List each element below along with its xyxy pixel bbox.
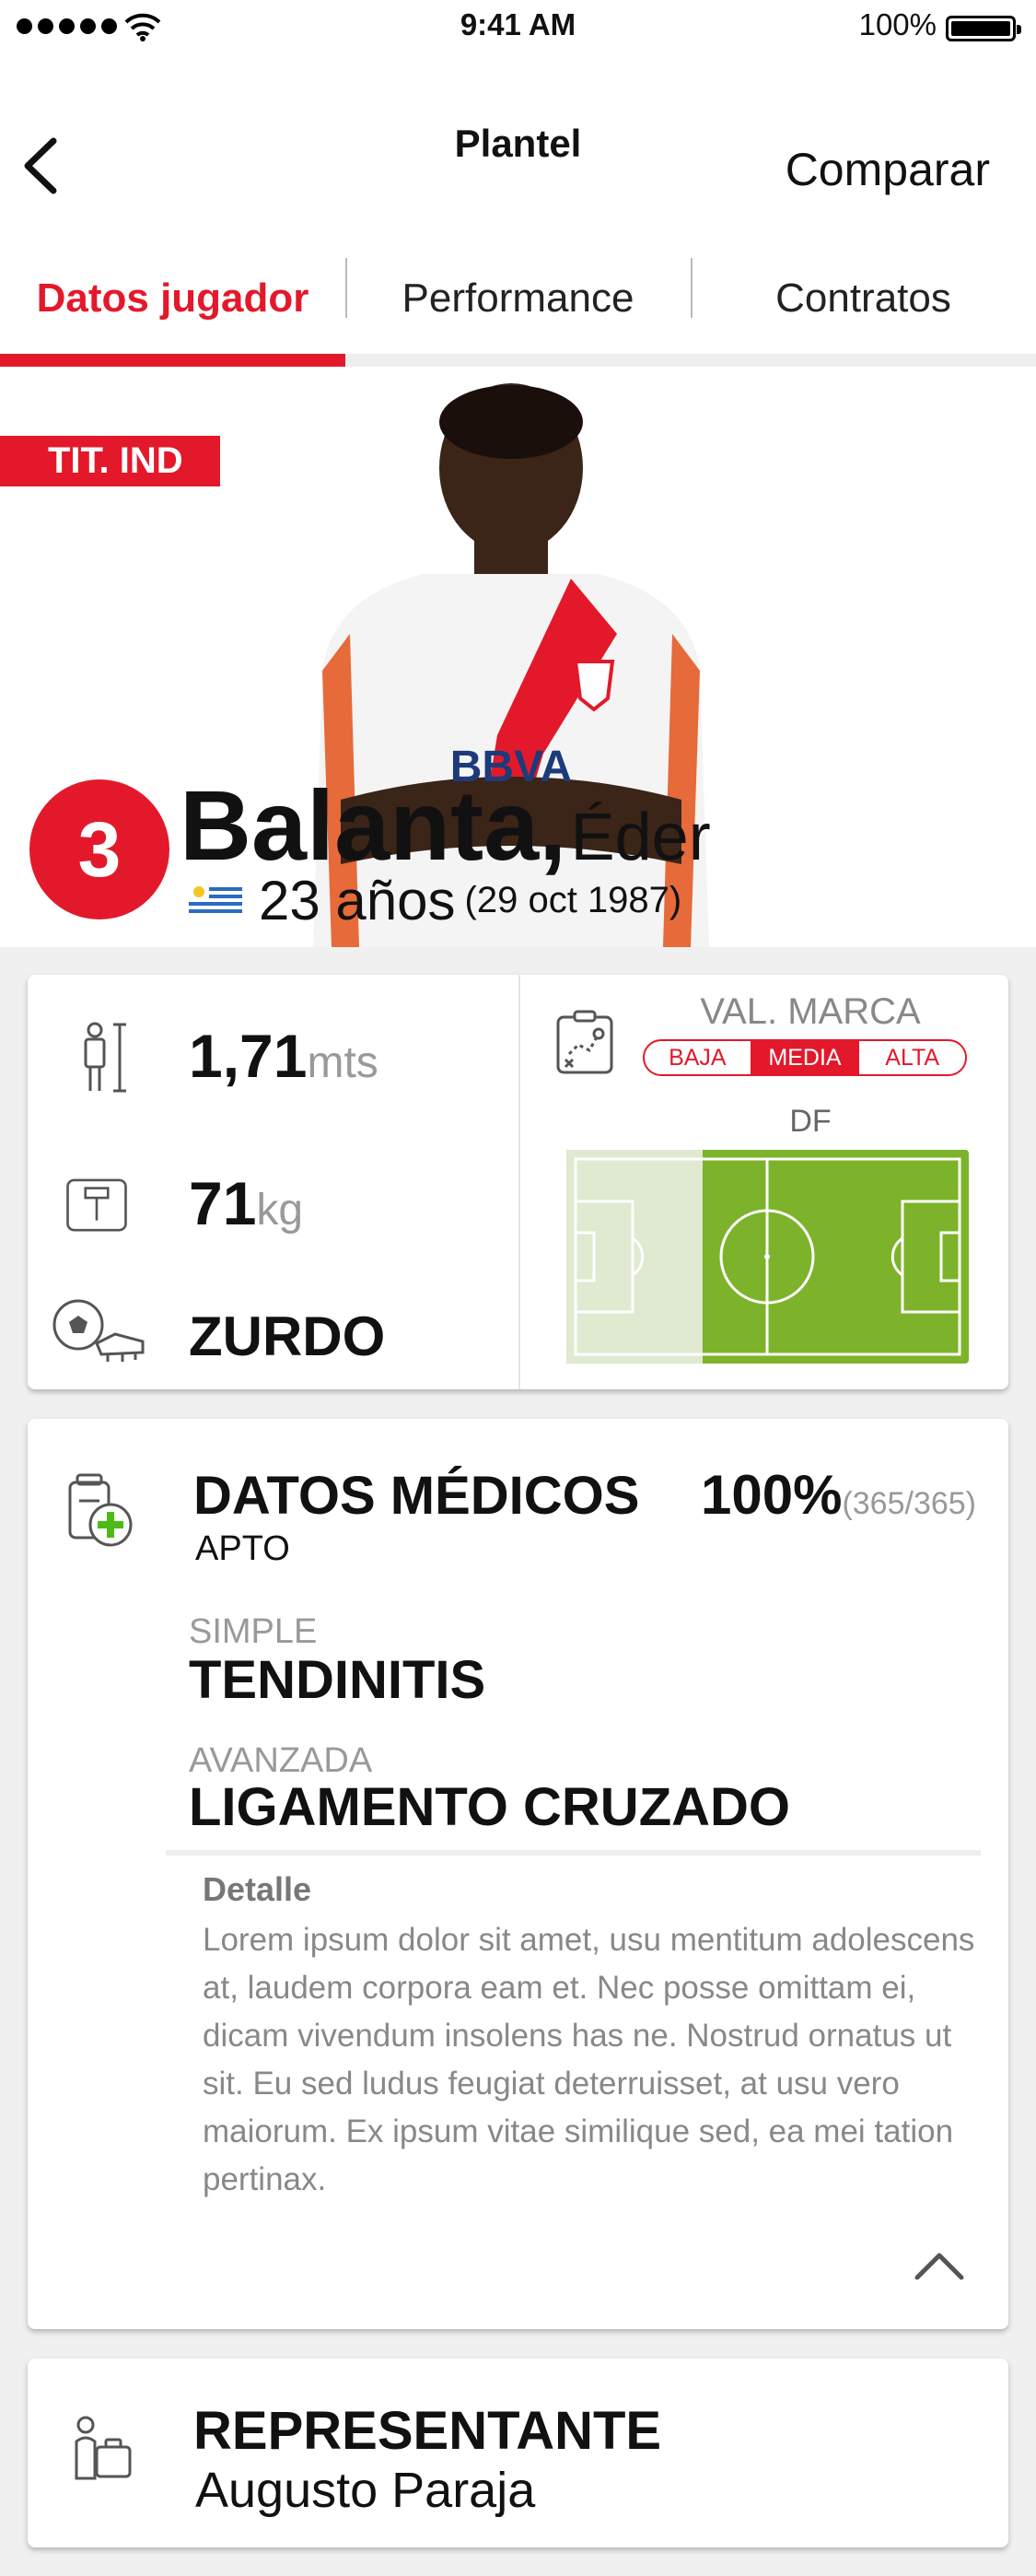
market-option-alta[interactable]: ALTA xyxy=(857,1041,965,1074)
weight-value: 71kg xyxy=(189,1168,303,1238)
fitness-percent-value: 100% xyxy=(700,1464,843,1526)
dominant-foot: ZURDO xyxy=(189,1306,386,1367)
agent-card[interactable]: REPRESENTANTE Augusto Paraja xyxy=(28,2359,1008,2547)
fitness-days: (365/365) xyxy=(842,1486,976,1521)
battery-percent: 100% xyxy=(858,7,937,41)
shirt-number: 3 xyxy=(29,779,169,919)
active-tab-indicator xyxy=(0,354,345,367)
height-number: 1,71 xyxy=(189,1022,308,1090)
player-hero: BBVA TIT. IND 3 Balanta, Éder 23 años (2… xyxy=(0,367,1036,947)
status-bar: 9:41 AM 100% xyxy=(0,0,1036,55)
fitness-percent: 100%(365/365) xyxy=(701,1463,976,1527)
weight-number: 71 xyxy=(189,1169,257,1237)
market-value-label: VAL. MARCA xyxy=(700,991,921,1032)
height-unit: mts xyxy=(307,1038,378,1087)
medical-status: APTO xyxy=(195,1529,290,1568)
medical-kit-icon xyxy=(68,1473,133,1547)
player-name: Balanta, Éder xyxy=(180,767,711,883)
market-option-baja[interactable]: BAJA xyxy=(645,1041,751,1074)
defense-zone-highlight xyxy=(566,1150,703,1364)
stats-card: 1,71mts 71kg ZURDO VAL. MARCA BAJA MEDIA… xyxy=(28,975,1008,1389)
uruguay-flag-icon xyxy=(189,883,242,919)
player-dob: (29 oct 1987) xyxy=(464,880,682,920)
detail-label: Detalle xyxy=(203,1870,312,1908)
agent-briefcase-icon xyxy=(75,2416,132,2480)
compare-button[interactable]: Comparar xyxy=(786,143,990,196)
pitch-position-map xyxy=(566,1150,969,1364)
player-first-name: Éder xyxy=(570,801,711,874)
market-value-selector: BAJA MEDIA ALTA xyxy=(643,1039,967,1076)
tab-contratos[interactable]: Contratos xyxy=(691,230,1036,366)
medical-title: DATOS MÉDICOS xyxy=(193,1466,640,1526)
battery-icon xyxy=(946,16,1021,41)
player-age-line: 23 años (29 oct 1987) xyxy=(189,869,681,932)
injury-level: AVANZADA xyxy=(189,1741,373,1780)
height-icon xyxy=(84,1022,126,1093)
tab-performance[interactable]: Performance xyxy=(345,230,691,366)
position-label: DF xyxy=(789,1104,832,1139)
card-divider xyxy=(518,975,520,1389)
agent-title: REPRESENTANTE xyxy=(193,2401,662,2461)
tactics-board-icon xyxy=(556,1010,613,1074)
scale-icon xyxy=(66,1178,127,1232)
weight-unit: kg xyxy=(256,1186,304,1235)
chevron-up-icon[interactable] xyxy=(912,2248,967,2285)
player-last-name: Balanta, xyxy=(180,769,567,881)
player-age: 23 años xyxy=(259,870,456,931)
nav-bar: Plantel Comparar xyxy=(0,55,1036,230)
market-option-media[interactable]: MEDIA xyxy=(750,1041,858,1074)
injury-name: LIGAMENTO CRUZADO xyxy=(189,1777,791,1837)
height-value: 1,71mts xyxy=(189,1021,378,1091)
injury-name: TENDINITIS xyxy=(189,1650,486,1710)
ball-boot-icon xyxy=(52,1299,145,1362)
tab-bar: Datos jugador Performance Contratos xyxy=(0,230,1036,367)
section-divider xyxy=(166,1850,981,1856)
titular-badge: TIT. IND xyxy=(0,436,220,486)
tab-datos-jugador[interactable]: Datos jugador xyxy=(0,230,345,366)
agent-name: Augusto Paraja xyxy=(195,2463,536,2518)
tab-track xyxy=(345,354,1036,367)
injury-level: SIMPLE xyxy=(189,1612,318,1651)
detail-text: Lorem ipsum dolor sit amet, usu mentitum… xyxy=(203,1922,975,2197)
medical-card: DATOS MÉDICOS APTO 100%(365/365) SIMPLE … xyxy=(28,1419,1008,2329)
